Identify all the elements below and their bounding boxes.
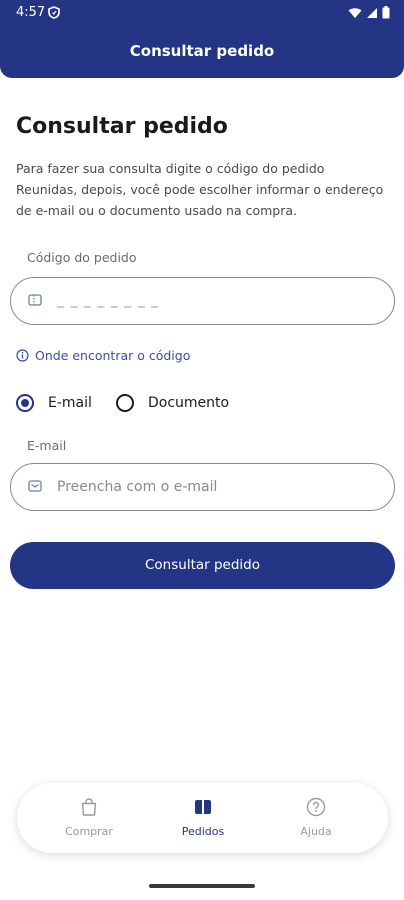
- order-code-label: Código do pedido: [27, 250, 137, 265]
- radio-document-indicator[interactable]: [116, 394, 134, 412]
- status-bar: 4:57: [0, 0, 404, 28]
- bag-icon: [81, 798, 97, 816]
- wifi-icon: [348, 7, 362, 18]
- radio-email[interactable]: E-mail: [16, 394, 92, 412]
- help-circle-icon: [306, 797, 326, 817]
- header-title: Consultar pedido: [129, 42, 275, 60]
- ticket-icon: [28, 294, 42, 306]
- status-time: 4:57: [16, 5, 46, 20]
- mail-icon: [28, 480, 42, 492]
- radio-email-indicator[interactable]: [16, 394, 34, 412]
- intro-text: Para fazer sua consulta digite o código …: [16, 161, 384, 218]
- email-label: E-mail: [27, 438, 67, 453]
- nav-item-comprar[interactable]: Comprar: [44, 797, 134, 838]
- signal-icon: [367, 7, 377, 18]
- order-code-value: _ _ _ _ _ _ _ _: [57, 292, 160, 308]
- home-indicator[interactable]: [149, 884, 255, 888]
- nav-item-pedidos[interactable]: Pedidos: [158, 797, 248, 838]
- help-link[interactable]: Onde encontrar o código: [16, 348, 190, 363]
- nav-label-comprar: Comprar: [65, 825, 113, 838]
- radio-email-label: E-mail: [48, 395, 92, 411]
- page-title: Consultar pedido: [16, 114, 228, 139]
- help-link-label: Onde encontrar o código: [35, 348, 191, 363]
- radio-document[interactable]: Documento: [116, 394, 229, 412]
- bottom-nav: Comprar Pedidos Ajuda: [17, 783, 388, 853]
- nav-label-ajuda: Ajuda: [300, 825, 332, 838]
- order-code-input[interactable]: _ _ _ _ _ _ _ _: [10, 277, 395, 325]
- email-input[interactable]: Preencha com o e-mail: [10, 463, 395, 511]
- shield-icon: [48, 6, 60, 19]
- info-icon: [16, 349, 29, 362]
- app-header: 4:57 Consultar pedido: [0, 0, 404, 78]
- consultar-pedido-button[interactable]: Consultar pedido: [10, 542, 395, 589]
- battery-icon: [382, 6, 390, 19]
- email-placeholder: Preencha com o e-mail: [57, 479, 218, 495]
- nav-label-pedidos: Pedidos: [181, 825, 225, 838]
- radio-document-label: Documento: [148, 395, 230, 411]
- nav-item-ajuda[interactable]: Ajuda: [271, 797, 361, 838]
- tickets-icon: [195, 800, 211, 814]
